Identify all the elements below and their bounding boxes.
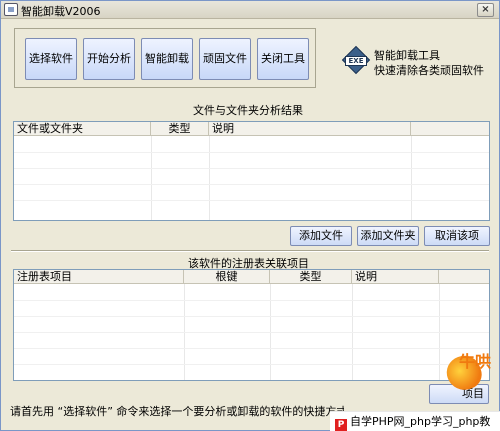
column-header-registry-description[interactable]: 说明 xyxy=(352,270,439,284)
close-tool-button[interactable]: 关闭工具 xyxy=(257,38,309,80)
registry-list-header: 注册表项目 根键 类型 说明 xyxy=(14,270,489,284)
smart-uninstall-button[interactable]: 智能卸载 xyxy=(141,38,193,80)
watermark-brand: 牛哄 xyxy=(459,352,492,371)
column-divider xyxy=(209,136,210,220)
window-title: 智能卸载V2006 xyxy=(21,5,101,18)
logo-subtitle: 快速清除各类顽固软件 xyxy=(374,64,484,77)
watermark-site-text: 自学PHP网_php学习_php教 xyxy=(350,415,491,428)
row-separator xyxy=(14,332,489,333)
row-separator xyxy=(14,364,489,365)
title-bar[interactable]: 智能卸载V2006 × xyxy=(1,1,499,19)
column-header-registry-extra[interactable] xyxy=(439,270,489,284)
column-header-extra[interactable] xyxy=(411,122,489,136)
column-header-file-or-folder[interactable]: 文件或文件夹 xyxy=(14,122,151,136)
cancel-item-button[interactable]: 取消该项 xyxy=(424,226,490,246)
files-section-title: 文件与文件夹分析结果 xyxy=(193,104,303,117)
row-separator xyxy=(14,348,489,349)
logo-exe-label: EXE xyxy=(345,56,367,66)
row-separator xyxy=(14,316,489,317)
section-divider xyxy=(11,250,489,252)
row-separator xyxy=(14,200,489,201)
close-button[interactable]: × xyxy=(477,3,494,17)
watermark-fire-logo: 牛哄 xyxy=(439,346,497,396)
logo-title: 智能卸载工具 xyxy=(374,49,440,62)
row-separator xyxy=(14,168,489,169)
stubborn-files-button[interactable]: 顽固文件 xyxy=(199,38,251,80)
column-header-description[interactable]: 说明 xyxy=(209,122,411,136)
column-divider xyxy=(151,136,152,220)
column-header-registry-item[interactable]: 注册表项目 xyxy=(14,270,184,284)
exe-logo-icon: EXE xyxy=(341,45,371,75)
php-site-icon: P xyxy=(335,419,347,431)
row-separator xyxy=(14,184,489,185)
column-header-registry-type[interactable]: 类型 xyxy=(270,270,352,284)
registry-list[interactable]: 注册表项目 根键 类型 说明 xyxy=(13,269,490,381)
select-software-button[interactable]: 选择软件 xyxy=(25,38,77,80)
add-folder-button[interactable]: 添加文件夹 xyxy=(357,226,419,246)
watermark-bar: P 自学PHP网_php学习_php教 xyxy=(330,411,500,431)
app-window: 智能卸载V2006 × 选择软件 开始分析 智能卸载 顽固文件 关闭工具 EXE… xyxy=(0,0,500,431)
column-header-root-key[interactable]: 根键 xyxy=(184,270,270,284)
app-icon xyxy=(4,3,18,16)
start-analysis-button[interactable]: 开始分析 xyxy=(83,38,135,80)
add-file-button[interactable]: 添加文件 xyxy=(290,226,352,246)
toolbar: 选择软件 开始分析 智能卸载 顽固文件 关闭工具 xyxy=(14,28,316,88)
column-header-type[interactable]: 类型 xyxy=(151,122,209,136)
column-divider xyxy=(411,136,412,220)
status-bar: 请首先用 “选择软件” 命令来选择一个要分析或卸载的软件的快捷方式 xyxy=(10,405,344,418)
row-separator xyxy=(14,300,489,301)
files-list[interactable]: 文件或文件夹 类型 说明 xyxy=(13,121,490,221)
row-separator xyxy=(14,152,489,153)
files-list-header: 文件或文件夹 类型 说明 xyxy=(14,122,489,136)
